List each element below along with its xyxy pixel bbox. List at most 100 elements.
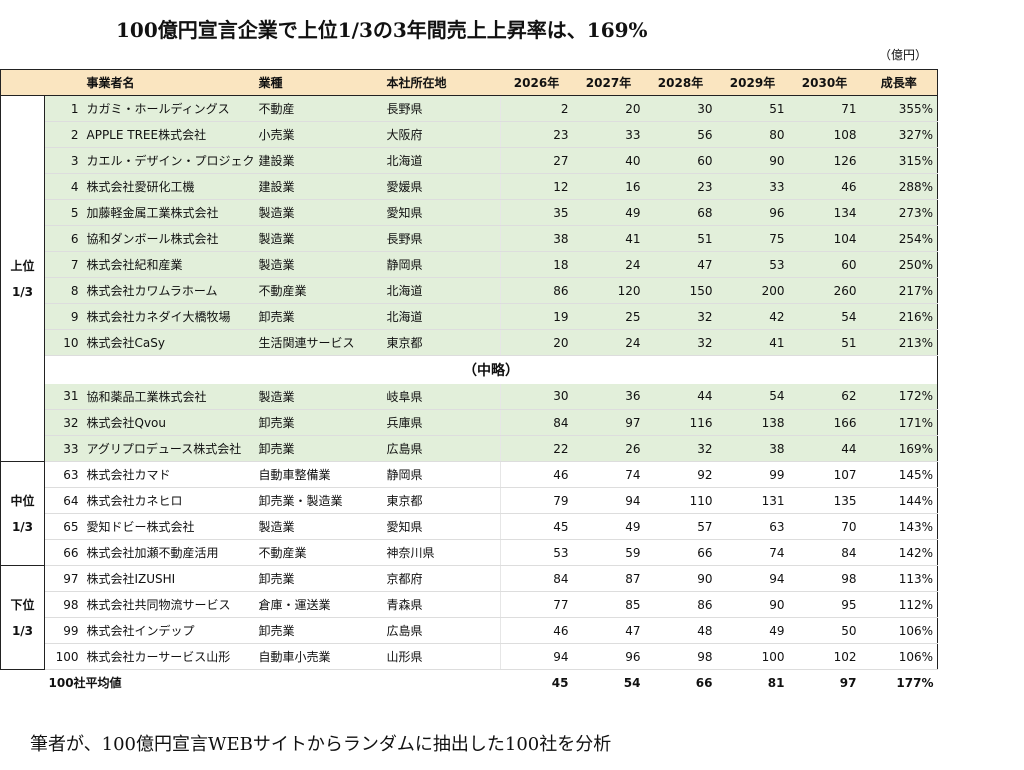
value-2027: 59 [572,539,645,566]
location-cell: 北海道 [382,147,501,174]
table-row: 98 株式会社共同物流サービス 倉庫・運送業 青森県 77 85 86 90 95 112% [1,591,938,618]
value-2026: 84 [500,565,573,592]
value-2026: 38 [500,225,573,252]
average-spacer [0,669,45,696]
value-2030: 98 [788,565,861,592]
value-2028: 32 [644,329,717,356]
table-row: 中位 1/3 63 株式会社カマド 自動車整備業 静岡県 46 74 92 99 107 145% [0,461,938,566]
company-cell: 株式会社カワムラホーム [82,277,255,304]
company-cell: 株式会社共同物流サービス [82,591,255,618]
value-2030: 46 [788,173,861,200]
table-row: 99 株式会社インデップ 卸売業 広島県 46 47 48 49 50 106% [1,617,938,644]
company-cell: 加藤軽金属工業株式会社 [82,199,255,226]
growth-cell: 145% [860,461,938,488]
group-label-low: 下位 1/3 [0,565,45,670]
rank-cell: 100 [44,643,83,670]
location-cell: 愛媛県 [382,173,501,200]
value-2029: 100 [716,643,789,670]
table-row: 100 株式会社カーサービス山形 自動車小売業 山形県 94 96 98 100 102 106% [1,643,938,670]
value-2029: 75 [716,225,789,252]
rank-cell: 5 [44,199,83,226]
growth-cell: 106% [860,617,938,644]
table-row: 33 アグリプロデュース株式会社 卸売業 広島県 22 26 32 38 44 169% [1,435,938,462]
rank-cell: 64 [44,487,83,514]
growth-cell: 106% [860,643,938,670]
value-2028: 51 [644,225,717,252]
company-cell: 株式会社IZUSHI [82,565,255,592]
growth-cell: 355% [860,95,938,122]
rank-cell: 99 [44,617,83,644]
value-2029: 200 [716,277,789,304]
location-cell: 京都府 [382,565,501,592]
value-2030: 95 [788,591,861,618]
value-2026: 35 [500,199,573,226]
value-2027: 16 [572,173,645,200]
table-row: 8 株式会社カワムラホーム 不動産業 北海道 86 120 150 200 260 217% [1,277,938,304]
table-row: 10 株式会社CaSy 生活関連サービス 東京都 20 24 32 41 51 213% [1,329,938,356]
value-2030: 54 [788,303,861,330]
value-2026: 84 [500,409,573,436]
value-2030: 71 [788,95,861,122]
rank-cell: 8 [44,277,83,304]
value-2030: 260 [788,277,861,304]
value-2028: 68 [644,199,717,226]
growth-cell: 213% [860,329,938,356]
value-2027: 33 [572,121,645,148]
rank-cell: 1 [44,95,83,122]
value-2026: 12 [500,173,573,200]
company-cell: 株式会社カマド [82,461,255,488]
value-2029: 33 [716,173,789,200]
growth-cell: 171% [860,409,938,436]
rank-cell: 97 [44,565,83,592]
value-2027: 20 [572,95,645,122]
group-label-line: 下位 [10,597,35,612]
value-2026: 22 [500,435,573,462]
location-cell: 山形県 [382,643,501,670]
omitted-row: （中略） [1,355,938,384]
industry-cell: 卸売業 [254,435,383,462]
group-label-line: 上位 [10,258,35,273]
value-2030: 107 [788,461,861,488]
location-cell: 東京都 [382,487,501,514]
unit-label: （億円） [879,48,928,62]
growth-cell: 288% [860,173,938,200]
rank-cell: 7 [44,251,83,278]
avg-2026: 45 [500,669,573,696]
value-2028: 47 [644,251,717,278]
growth-cell: 216% [860,303,938,330]
value-2029: 94 [716,565,789,592]
value-2030: 134 [788,199,861,226]
growth-cell: 273% [860,199,938,226]
growth-cell: 112% [860,591,938,618]
value-2028: 92 [644,461,717,488]
company-cell: 株式会社愛研化工機 [82,173,255,200]
industry-cell: 不動産 [254,95,383,122]
location-cell: 兵庫県 [382,409,501,436]
rank-cell: 98 [44,591,83,618]
value-2026: 46 [500,617,573,644]
footer-note: 筆者が、100億円宣言WEBサイトからランダムに抽出した100社を分析 [30,734,612,755]
table-row: 31 協和薬品工業株式会社 製造業 岐阜県 30 36 44 54 62 172% [1,383,938,410]
avg-2030: 97 [788,669,861,696]
value-2027: 49 [572,199,645,226]
value-2026: 53 [500,539,573,566]
value-2026: 77 [500,591,573,618]
value-2029: 96 [716,199,789,226]
growth-cell: 315% [860,147,938,174]
value-2026: 46 [500,461,573,488]
company-cell: 株式会社CaSy [82,329,255,356]
value-2026: 86 [500,277,573,304]
table-row: 65 愛知ドビー株式会社 製造業 愛知県 45 49 57 63 70 143% [1,513,938,540]
header-2026: 2026年 [500,69,573,96]
company-cell: 愛知ドビー株式会社 [82,513,255,540]
value-2026: 45 [500,513,573,540]
rank-cell: 33 [44,435,83,462]
rank-cell: 9 [44,303,83,330]
industry-cell: 建設業 [254,147,383,174]
avg-2027: 54 [572,669,645,696]
location-cell: 東京都 [382,329,501,356]
value-2028: 86 [644,591,717,618]
value-2027: 85 [572,591,645,618]
table-row: 6 協和ダンボール株式会社 製造業 長野県 38 41 51 75 104 254% [1,225,938,252]
company-cell: APPLE TREE株式会社 [82,121,255,148]
